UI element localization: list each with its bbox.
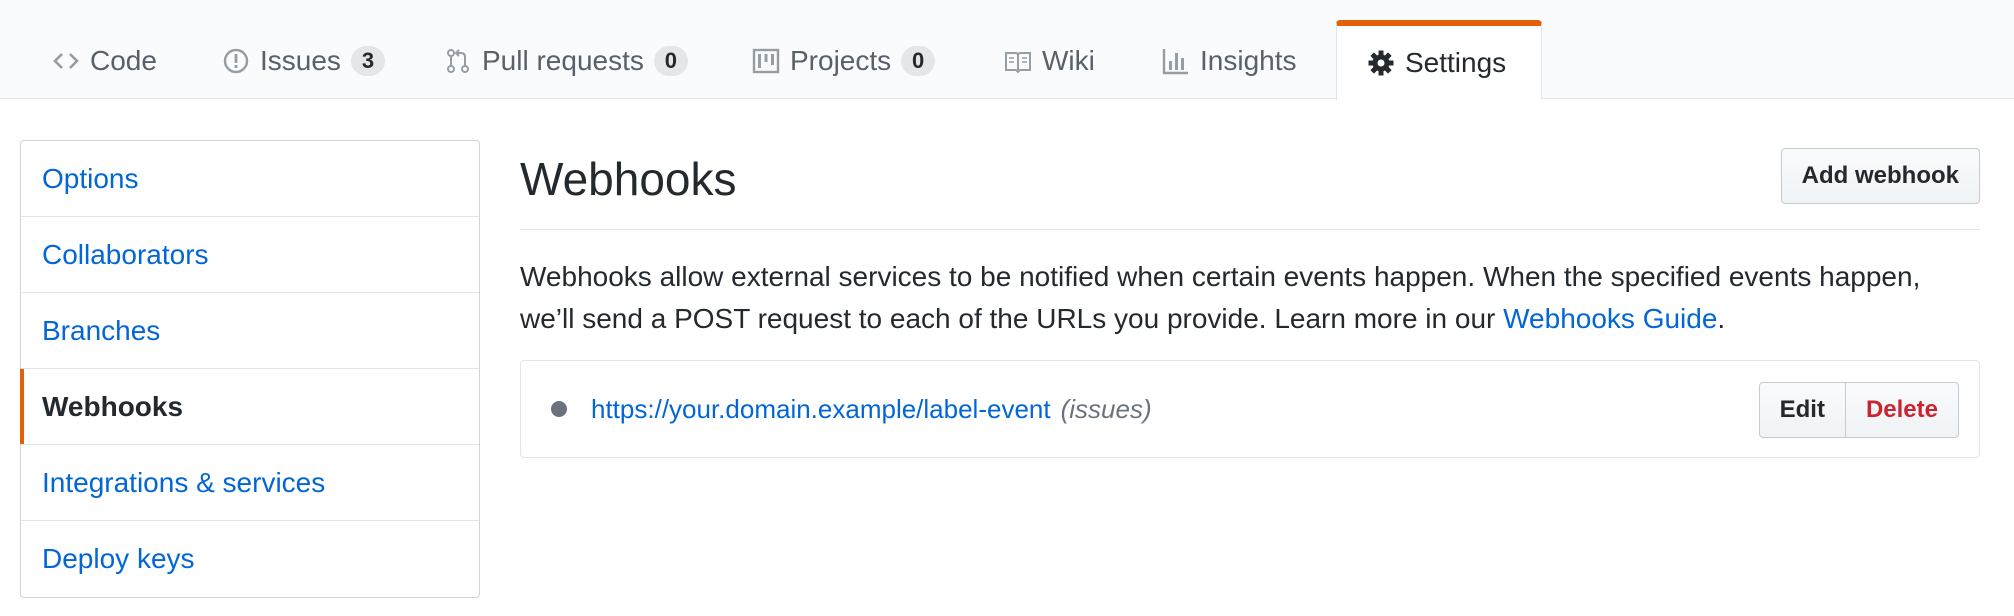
repo-nav: Code Issues 3 Pull requests 0 Projects 0… xyxy=(0,0,2014,100)
tab-wiki[interactable]: Wiki xyxy=(974,22,1125,100)
webhook-actions: Edit Delete xyxy=(1758,382,1959,438)
issue-opened-icon xyxy=(222,47,250,75)
subhead: Webhooks Add webhook xyxy=(520,140,1980,230)
tab-label: Settings xyxy=(1405,47,1507,78)
tab-label: Wiki xyxy=(1042,45,1095,76)
sidebar-item-integrations-services[interactable]: Integrations & services xyxy=(21,445,479,521)
tab-label: Insights xyxy=(1200,45,1297,76)
tab-label: Projects xyxy=(790,45,892,76)
graph-icon xyxy=(1162,47,1190,75)
projects-count-badge: 0 xyxy=(901,46,936,76)
git-pull-request-icon xyxy=(444,47,472,75)
settings-menu: Options Collaborators Branches Webhooks … xyxy=(20,140,480,598)
edit-webhook-button[interactable]: Edit xyxy=(1758,382,1846,438)
tab-insights[interactable]: Insights xyxy=(1132,22,1327,100)
sidebar-item-branches[interactable]: Branches xyxy=(21,293,479,369)
add-webhook-button[interactable]: Add webhook xyxy=(1780,148,1980,204)
webhook-status-dot xyxy=(551,401,567,417)
webhooks-main: Webhooks Add webhook Webhooks allow exte… xyxy=(520,140,1980,458)
book-icon xyxy=(1004,47,1032,75)
issues-count-badge: 3 xyxy=(350,46,385,76)
sidebar-item-options[interactable]: Options xyxy=(21,141,479,217)
sidebar-item-collaborators[interactable]: Collaborators xyxy=(21,217,479,293)
tab-code[interactable]: Code xyxy=(22,22,187,100)
delete-webhook-button[interactable]: Delete xyxy=(1845,382,1959,438)
page-title: Webhooks xyxy=(520,153,737,205)
tab-settings[interactable]: Settings xyxy=(1336,20,1542,100)
sidebar-item-label: Integrations & services xyxy=(42,466,326,498)
gear-icon xyxy=(1367,49,1395,77)
description-suffix: . xyxy=(1717,303,1726,334)
sidebar-item-label: Webhooks xyxy=(42,390,184,422)
webhook-events: (issues) xyxy=(1060,393,1152,424)
sidebar-item-label: Deploy keys xyxy=(42,543,195,574)
tab-label: Code xyxy=(90,45,157,76)
webhooks-guide-link[interactable]: Webhooks Guide xyxy=(1503,303,1717,334)
sidebar-item-label: Collaborators xyxy=(42,238,209,270)
tab-label: Pull requests xyxy=(482,45,644,76)
webhooks-description: Webhooks allow external services to be n… xyxy=(520,256,1980,340)
tab-issues[interactable]: Issues 3 xyxy=(192,22,415,100)
tab-pull-requests[interactable]: Pull requests 0 xyxy=(414,22,718,100)
tab-projects[interactable]: Projects 0 xyxy=(722,22,965,100)
webhook-list: https://your.domain.example/label-event … xyxy=(520,360,1980,458)
pull-requests-count-badge: 0 xyxy=(653,46,688,76)
sidebar-item-label: Options xyxy=(42,162,139,194)
code-icon xyxy=(52,47,80,75)
webhook-url-link[interactable]: https://your.domain.example/label-event xyxy=(591,394,1051,425)
sidebar-item-label: Branches xyxy=(42,314,161,346)
sidebar-item-deploy-keys[interactable]: Deploy keys xyxy=(21,521,479,597)
sidebar-item-webhooks[interactable]: Webhooks xyxy=(20,369,479,445)
tab-label: Issues xyxy=(260,45,341,76)
project-icon xyxy=(752,47,780,75)
